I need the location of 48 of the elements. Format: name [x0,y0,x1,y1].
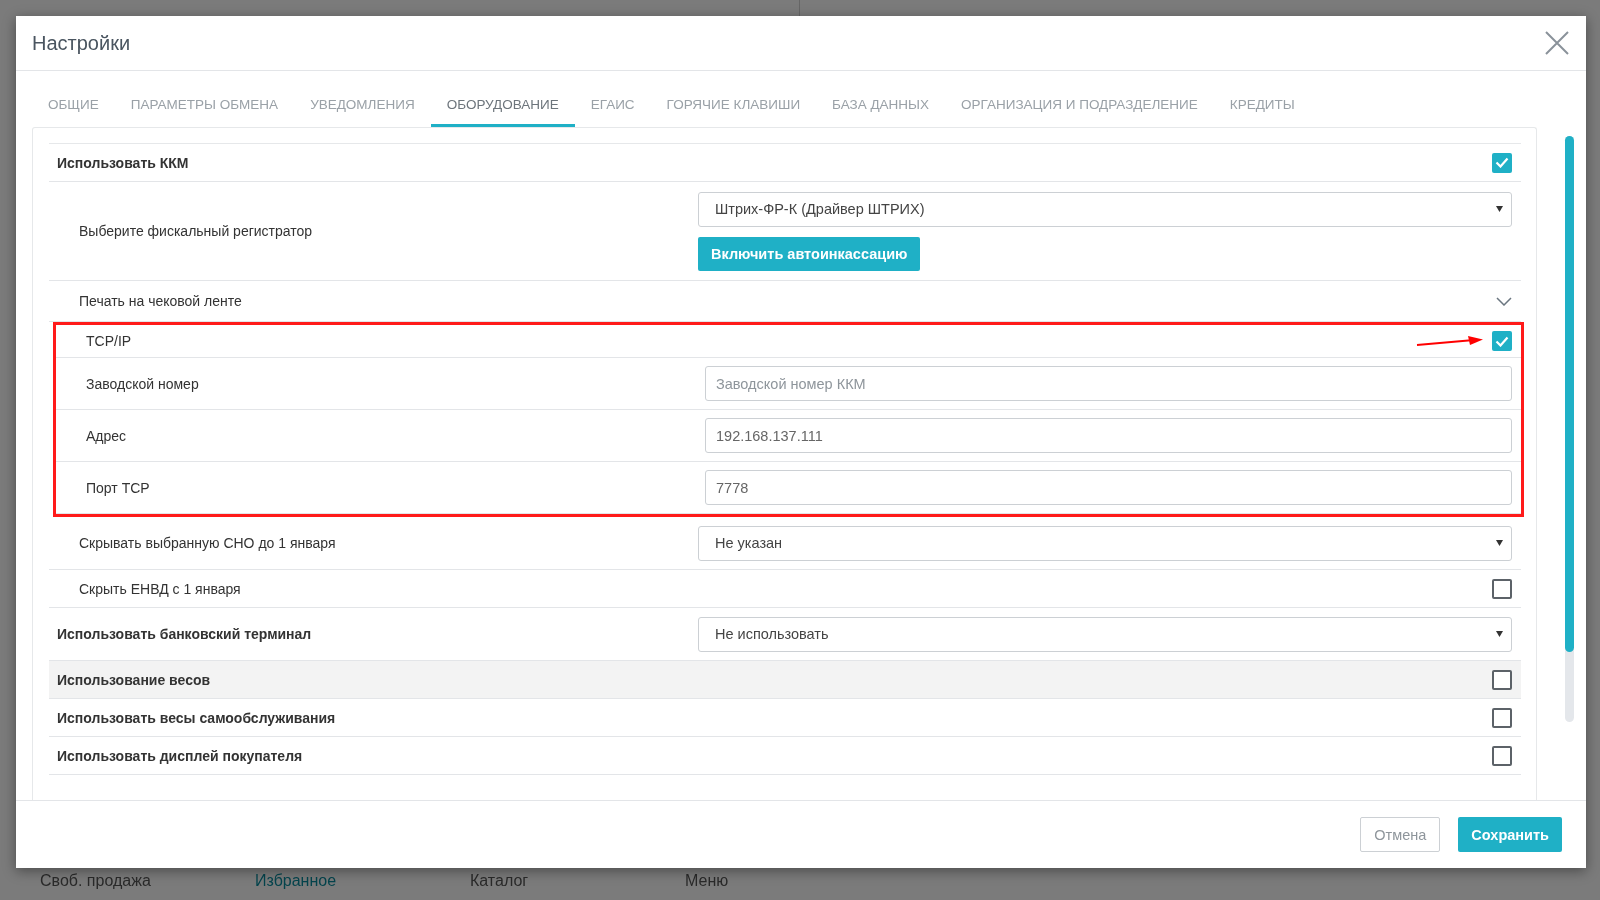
tab[interactable]: ЕГАИС [574,85,651,127]
dropdown[interactable]: Не использовать [698,616,1512,652]
dropdown[interactable]: Штрих-ФР-К (Драйвер ШТРИХ) [698,191,1512,227]
row-label: Использовать весы самообслуживания [56,709,337,726]
row-label: TCP/IP [85,333,133,349]
save-button[interactable]: Сохранить [1458,817,1562,852]
nav-item[interactable]: Избранное [255,872,470,890]
row-label: Скрыть ЕНВД с 1 января [78,580,242,597]
tab[interactable]: УВЕДОМЛЕНИЯ [294,85,431,127]
row-label: Выберите фискальный регистратор [78,223,314,239]
cancel-button[interactable]: Отмена [1360,817,1441,852]
tab[interactable]: ОБЩИЕ [32,85,115,127]
row-label: Использовать банковский терминал [56,626,313,642]
tab[interactable]: БАЗА ДАННЫХ [816,85,946,127]
input-field[interactable]: Заводской номер ККМ [705,366,1512,401]
scrollbar[interactable] [1564,136,1574,722]
tab[interactable]: КРЕДИТЫ [1213,85,1311,127]
row-label: Порт TCP [85,479,151,496]
dropdown[interactable]: Не указан [698,525,1512,561]
caret-icon [1496,206,1503,212]
row-label: Адрес [85,427,128,444]
row-label: Скрывать выбранную СНО до 1 января [78,535,337,551]
tab[interactable]: ОБОРУДОВАНИЕ [430,85,575,127]
checkbox[interactable] [1492,152,1512,173]
tab[interactable]: ГОРЯЧИЕ КЛАВИШИ [650,85,817,127]
input-field[interactable]: 192.168.137.111 [705,418,1512,453]
row-label: Использование весов [56,671,212,688]
dialog-title: Настройки [32,31,131,55]
row-label: Использовать дисплей покупателя [56,747,304,764]
checkbox[interactable] [1492,331,1512,351]
input-field[interactable]: 7778 [705,470,1512,505]
nav-item[interactable]: Каталог [470,872,685,890]
row-label: Печать на чековой ленте [78,293,243,309]
tab[interactable]: ПАРАМЕТРЫ ОБМЕНА [114,85,295,127]
nav-item[interactable]: Своб. продажа [40,872,255,890]
row-label: Использовать ККМ [56,154,190,171]
caret-icon [1496,540,1503,546]
checkbox[interactable] [1492,707,1512,728]
checkbox[interactable] [1492,745,1512,766]
checkbox[interactable] [1492,669,1512,690]
nav-item[interactable]: Меню [685,872,900,890]
chevron-icon[interactable] [1496,296,1512,306]
close-button[interactable] [1544,30,1570,56]
caret-icon [1496,631,1503,637]
tab[interactable]: ОРГАНИЗАЦИЯ И ПОДРАЗДЕЛЕНИЕ [945,85,1214,127]
autocollection-button[interactable]: Включить автоинкассацию [698,236,921,271]
checkbox[interactable] [1492,578,1512,599]
row-label: Заводской номер [85,375,200,392]
